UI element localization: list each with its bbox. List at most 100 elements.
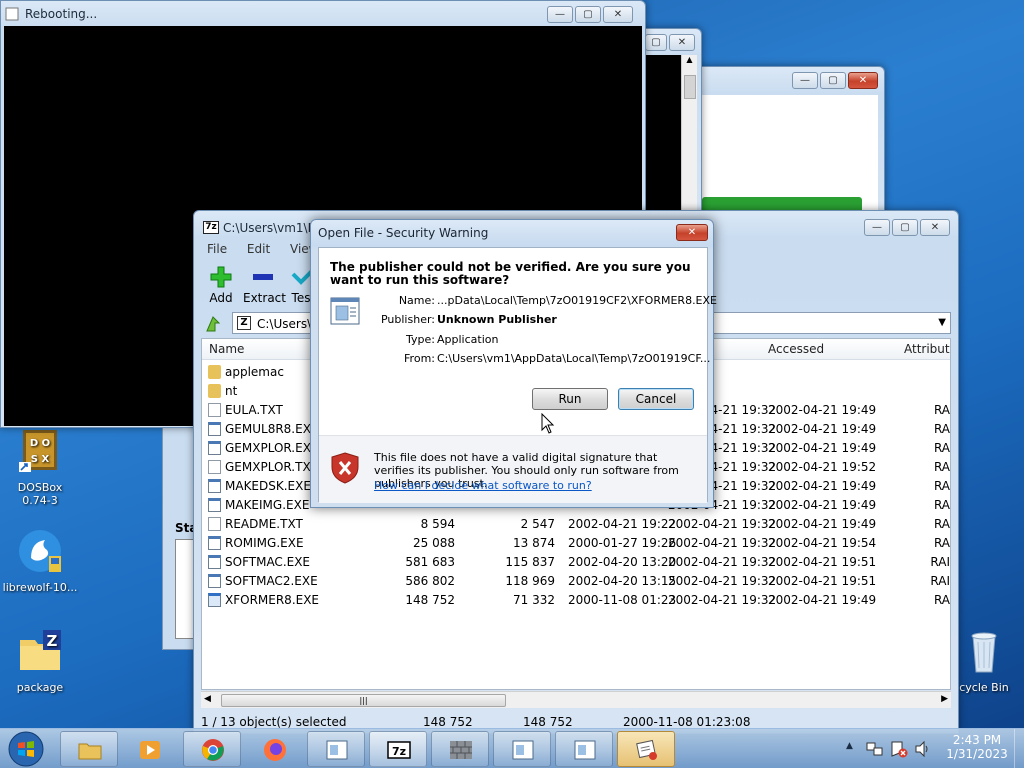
- chevron-down-icon[interactable]: ▼: [938, 317, 946, 328]
- librewolf-label: librewolf-10...: [2, 581, 78, 594]
- package-icon: Z: [20, 630, 61, 670]
- volume-icon[interactable]: [914, 740, 932, 758]
- rebooting-window-title: Rebooting...: [25, 7, 98, 21]
- folder-icon: [208, 384, 221, 398]
- security-certificate-icon: [636, 739, 657, 760]
- taskbar-window-3[interactable]: [555, 731, 613, 767]
- scroll-up-icon[interactable]: ▲: [682, 55, 697, 64]
- status-size: 148 752: [423, 715, 473, 729]
- taskbar-chrome[interactable]: [183, 731, 241, 767]
- horizontal-scrollbar-track[interactable]: ◀ ||| ▶: [201, 691, 951, 708]
- help-link[interactable]: How can I decide what software to run?: [374, 479, 592, 492]
- folder-icon: [208, 365, 221, 379]
- extract-button[interactable]: Extract: [243, 266, 286, 305]
- file-created: 2002-04-21 19:32: [668, 536, 777, 550]
- firefox-icon: [264, 739, 286, 761]
- file-row[interactable]: XFORMER8.EXE 148 752 71 332 2000-11-08 01:2…: [202, 591, 950, 610]
- file-created: 2002-04-21 19:32: [668, 593, 777, 607]
- security-warning-dialog[interactable]: Open File - Security Warning ✕ The publi…: [310, 219, 717, 508]
- background-window-right[interactable]: — ▢ ✕: [693, 66, 885, 226]
- column-attributes[interactable]: Attribute: [904, 342, 950, 356]
- file-accessed: 2002-04-21 19:51: [768, 574, 877, 588]
- svg-text:Z: Z: [47, 632, 58, 650]
- svg-text:7z: 7z: [392, 745, 406, 758]
- application-window-icon: [512, 740, 534, 760]
- file-name: SOFTMAC.EXE: [225, 555, 311, 569]
- file-size: 148 752: [405, 593, 455, 607]
- scroll-left-icon[interactable]: ◀: [204, 694, 211, 704]
- column-accessed[interactable]: Accessed: [768, 342, 824, 356]
- file-attributes: RA: [933, 536, 950, 550]
- start-button[interactable]: [6, 730, 46, 768]
- close-button[interactable]: ✕: [603, 6, 633, 23]
- file-packed-size: 13 874: [513, 536, 555, 550]
- taskbar-wall-app[interactable]: [431, 731, 489, 767]
- taskbar-security-app[interactable]: [617, 731, 675, 767]
- close-button[interactable]: ✕: [669, 34, 695, 51]
- scroll-right-icon[interactable]: ▶: [941, 694, 948, 704]
- action-center-icon[interactable]: [890, 740, 908, 758]
- file-row[interactable]: SOFTMAC2.EXE 586 802 118 969 2002-04-20 13:…: [202, 572, 950, 591]
- taskbar-firefox[interactable]: [245, 731, 303, 767]
- maximize-button[interactable]: ▢: [892, 219, 918, 236]
- maximize-button[interactable]: ▢: [820, 72, 846, 89]
- scroll-thumb[interactable]: |||: [221, 694, 506, 707]
- maximize-button[interactable]: ▢: [575, 6, 601, 23]
- minimize-button[interactable]: —: [792, 72, 818, 89]
- file-size: 25 088: [413, 536, 455, 550]
- file-name: MAKEDSK.EXE: [225, 479, 311, 493]
- file-name: nt: [225, 384, 238, 398]
- dosbox-label-1: DOSBox: [17, 481, 63, 494]
- file-accessed: 2002-04-21 19:49: [768, 441, 877, 455]
- mid-window-content: ▲: [637, 55, 697, 219]
- file-attributes: RA: [933, 517, 950, 531]
- add-button[interactable]: Add: [206, 266, 236, 305]
- run-button[interactable]: Run: [532, 388, 608, 410]
- status-selected: 1 / 13 object(s) selected: [201, 715, 347, 729]
- scroll-thumb[interactable]: [684, 75, 696, 99]
- svg-text:S X: S X: [31, 454, 50, 465]
- status-date: 2000-11-08 01:23:08: [623, 715, 751, 729]
- taskbar-explorer[interactable]: [60, 731, 118, 767]
- show-desktop-button[interactable]: [1014, 729, 1024, 768]
- field-name-label: Name:: [398, 294, 435, 307]
- menu-edit[interactable]: Edit: [247, 242, 270, 256]
- executable-icon: [208, 498, 221, 512]
- cancel-button[interactable]: Cancel: [618, 388, 694, 410]
- package-desktop-icon[interactable]: Z package: [0, 628, 80, 694]
- file-packed-size: 2 547: [520, 517, 555, 531]
- librewolf-desktop-icon[interactable]: librewolf-10...: [0, 528, 80, 594]
- vertical-scrollbar[interactable]: ▲: [681, 55, 697, 219]
- dosbox-desktop-icon[interactable]: D O S X DOSBox 0.74-3: [0, 428, 80, 507]
- clock[interactable]: 2:43 PM 1/31/2023: [940, 733, 1014, 761]
- maximize-button[interactable]: ▢: [645, 34, 667, 51]
- minimize-button[interactable]: —: [547, 6, 573, 23]
- taskbar-window-1[interactable]: [307, 731, 365, 767]
- minimize-button[interactable]: —: [864, 219, 890, 236]
- executable-icon: [208, 574, 221, 588]
- file-attributes: RA: [933, 422, 950, 436]
- executable-icon: [208, 593, 221, 607]
- file-row[interactable]: README.TXT 8 594 2 547 2002-04-21 19:22 2002…: [202, 515, 950, 534]
- menu-file[interactable]: File: [207, 242, 227, 256]
- network-icon[interactable]: [866, 740, 884, 758]
- taskbar-window-2[interactable]: [493, 731, 551, 767]
- column-name[interactable]: Name: [209, 342, 244, 356]
- close-button[interactable]: ✕: [848, 72, 878, 89]
- file-row[interactable]: SOFTMAC.EXE 581 683 115 837 2002-04-20 13:2…: [202, 553, 950, 572]
- file-attributes: RA: [933, 479, 950, 493]
- taskbar-media-player[interactable]: [120, 731, 178, 767]
- show-hidden-icons-button[interactable]: ▲: [846, 741, 853, 751]
- dialog-close-button[interactable]: ✕: [676, 224, 708, 241]
- taskbar: 7z ▲ 2:43 PM 1/31/2023: [0, 728, 1024, 768]
- test-button[interactable]: Tes: [291, 266, 311, 305]
- file-accessed: 2002-04-21 19:49: [768, 593, 877, 607]
- file-name: MAKEIMG.EXE: [225, 498, 310, 512]
- package-label: package: [16, 681, 64, 694]
- dosbox-label-2: 0.74-3: [22, 494, 58, 507]
- up-folder-button[interactable]: [203, 313, 227, 334]
- close-button[interactable]: ✕: [920, 219, 950, 236]
- file-row[interactable]: ROMIMG.EXE 25 088 13 874 2000-01-27 19:26 20…: [202, 534, 950, 553]
- field-from-label: From:: [404, 352, 435, 365]
- taskbar-7zip[interactable]: 7z: [369, 731, 427, 767]
